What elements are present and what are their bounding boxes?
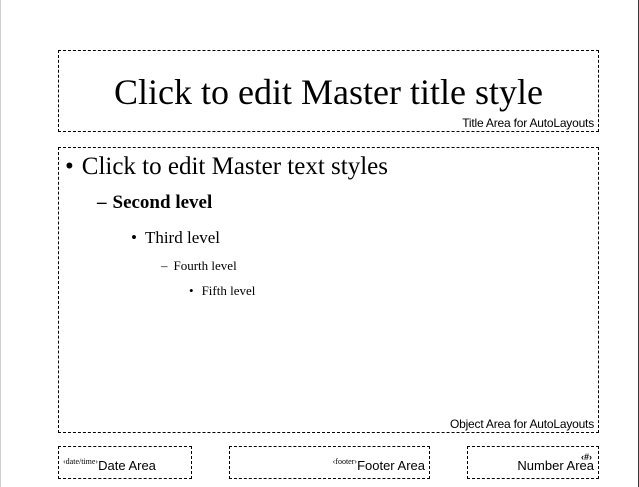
footer-area-label: Footer Area xyxy=(357,458,425,473)
bullet-marker: • xyxy=(131,228,137,247)
date-time-field: ‹date/time› xyxy=(63,457,99,466)
footer-placeholder[interactable]: ‹footer›Footer Area xyxy=(229,446,430,479)
object-area-label: Object Area for AutoLayouts xyxy=(449,417,594,431)
object-placeholder[interactable]: • Click to edit Master text styles – Secon… xyxy=(58,147,599,433)
text-level-4-label: Fourth level xyxy=(173,258,237,273)
text-level-1[interactable]: • Click to edit Master text styles xyxy=(65,153,388,181)
date-area-label: Date Area xyxy=(98,458,156,473)
text-level-1-label: Click to edit Master text styles xyxy=(81,153,388,180)
text-level-3-label: Third level xyxy=(144,228,221,247)
text-level-3[interactable]: • Third level xyxy=(131,228,220,248)
text-level-4[interactable]: – Fourth level xyxy=(161,258,237,274)
text-level-2[interactable]: – Second level xyxy=(97,192,212,214)
text-level-5[interactable]: • Fifth level xyxy=(189,283,255,299)
dash-marker: – xyxy=(97,192,107,213)
bullet-marker: • xyxy=(65,153,74,180)
text-level-5-label: Fifth level xyxy=(201,283,256,298)
slide-master: Click to edit Master title style Title A… xyxy=(0,0,639,487)
number-area-content: Number Area xyxy=(517,457,594,475)
number-placeholder[interactable]: ‹#› Number Area xyxy=(467,446,599,479)
footer-field: ‹footer› xyxy=(332,457,358,466)
date-area-content: ‹date/time›Date Area xyxy=(63,457,156,475)
number-area-label: Number Area xyxy=(517,458,594,473)
master-title-text[interactable]: Click to edit Master title style xyxy=(59,71,598,113)
dash-marker: – xyxy=(161,258,168,273)
text-level-2-label: Second level xyxy=(112,192,213,213)
title-area-label: Title Area for AutoLayouts xyxy=(462,116,594,130)
date-placeholder[interactable]: ‹date/time›Date Area xyxy=(58,446,192,479)
bullet-marker: • xyxy=(189,283,194,298)
title-placeholder[interactable]: Click to edit Master title style Title A… xyxy=(58,50,599,132)
footer-area-content: ‹footer›Footer Area xyxy=(333,457,425,475)
